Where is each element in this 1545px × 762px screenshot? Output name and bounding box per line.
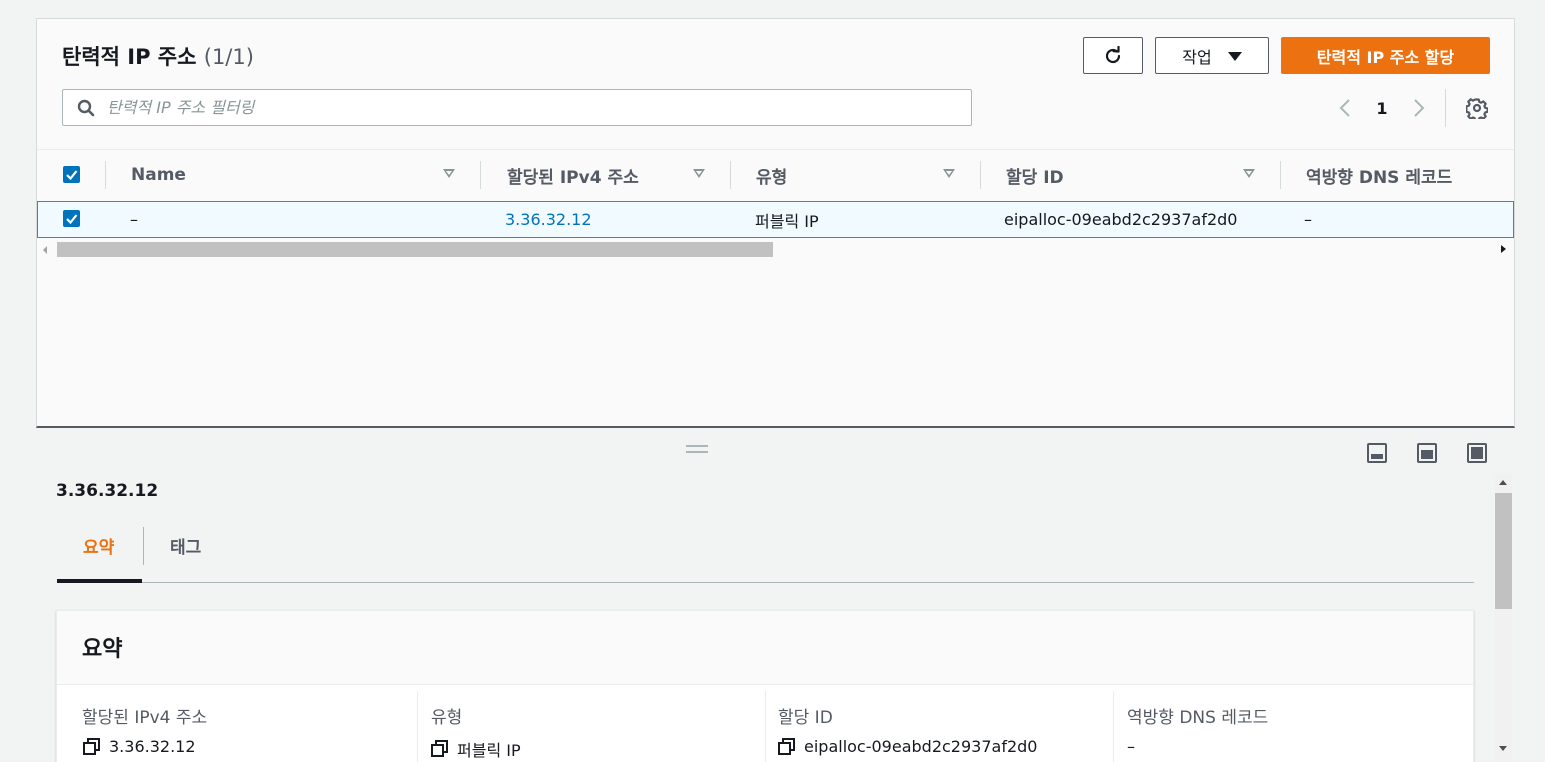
scroll-left-arrow-icon[interactable] [43,246,47,254]
cell-type: 퍼블릭 IP [755,211,819,231]
column-header-reverse-dns-label: 역방향 DNS 레코드 [1306,167,1453,188]
field-ipv4: 할당된 IPv4 주소 3.36.32.12 [57,691,417,762]
sort-icon[interactable] [443,169,455,178]
scrollbar-thumb[interactable] [1495,493,1512,609]
refresh-button[interactable] [1083,37,1143,74]
select-all-checkbox[interactable] [63,166,80,183]
column-header-name[interactable]: Name [131,150,186,200]
field-ipv4-value: 3.36.32.12 [83,737,196,756]
gear-icon [1466,98,1488,119]
column-header-type-label: 유형 [756,167,788,188]
page-number[interactable]: 1 [1371,95,1393,121]
vertical-scrollbar[interactable] [1495,474,1512,762]
cell-reverse-dns: – [1304,210,1312,229]
column-header-ipv4-label: 할당된 IPv4 주소 [507,167,639,188]
header-divider [980,161,981,189]
panel-title-text: 탄력적 IP 주소 [62,45,197,69]
field-allocation-id-text: eipalloc-09eabd2c2937af2d0 [804,737,1038,756]
field-type-value: 퍼블릭 IP [431,737,521,761]
scrollbar-thumb[interactable] [57,242,773,257]
field-allocation-id-value: eipalloc-09eabd2c2937af2d0 [778,737,1037,756]
panel-title-count: (1/1) [203,45,254,69]
panel-title: 탄력적 IP 주소 (1/1) [62,41,254,71]
tab-divider [143,527,144,565]
scroll-right-arrow-icon[interactable] [1501,245,1506,253]
row-checkbox[interactable] [63,210,80,227]
column-header-reverse-dns[interactable]: 역방향 DNS 레코드 [1306,150,1452,200]
header-divider [105,161,106,189]
column-header-ipv4[interactable]: 할당된 IPv4 주소 [507,150,639,200]
copy-icon[interactable] [431,740,449,758]
sort-icon[interactable] [693,169,705,178]
refresh-icon [1105,45,1121,63]
field-allocation-id: 할당 ID eipalloc-09eabd2c2937af2d0 [765,691,1113,762]
field-reverse-dns: 역방향 DNS 레코드 – [1113,691,1473,762]
sort-icon[interactable] [1243,169,1255,178]
detail-title: 3.36.32.12 [56,481,159,501]
summary-heading: 요약 [82,637,123,662]
pager-divider [1445,89,1446,127]
scroll-down-arrow-icon[interactable] [1499,746,1507,751]
split-bottom-icon[interactable] [1367,443,1387,463]
elastic-ip-table-panel: 탄력적 IP 주소 (1/1) 작업 탄력적 IP 주소 할당 1 [36,18,1515,428]
field-ipv4-text: 3.36.32.12 [109,737,196,756]
field-reverse-dns-label: 역방향 DNS 레코드 [1127,708,1269,728]
table-header: Name 할당된 IPv4 주소 유형 할당 ID 역방향 DNS 레코드 [37,149,1514,199]
chevron-right-icon [1414,99,1425,117]
split-panel-resize-handle[interactable] [686,445,708,453]
horizontal-scrollbar[interactable] [37,241,1514,258]
field-type: 유형 퍼블릭 IP [417,691,765,762]
tabs-baseline [57,582,1474,583]
check-icon [66,170,78,181]
active-tab-indicator [57,579,142,583]
field-type-text: 퍼블릭 IP [457,741,521,760]
chevron-left-icon [1339,99,1350,117]
field-allocation-id-label: 할당 ID [778,708,833,728]
sort-icon[interactable] [943,169,955,178]
scroll-up-arrow-icon[interactable] [1499,480,1507,485]
summary-card-header: 요약 [57,611,1473,685]
table-row[interactable]: – 3.36.32.12 퍼블릭 IP eipalloc-09eabd2c293… [37,201,1514,238]
split-middle-icon[interactable] [1417,443,1437,463]
field-reverse-dns-text: – [1127,737,1135,756]
tab-tags[interactable]: 태그 [170,533,201,558]
search-icon [77,99,95,117]
cell-ipv4-link[interactable]: 3.36.32.12 [505,202,592,237]
tab-summary[interactable]: 요약 [83,533,114,558]
copy-icon[interactable] [778,737,796,756]
field-type-label: 유형 [431,708,463,728]
filter-input[interactable] [107,92,957,123]
next-page-button[interactable] [1407,95,1431,121]
header-divider [730,161,731,189]
preferences-button[interactable] [1463,95,1491,121]
filter-search-box [62,89,972,126]
field-ipv4-label: 할당된 IPv4 주소 [82,708,208,728]
cell-name: – [130,210,138,229]
actions-label: 작업 [1182,47,1212,67]
allocate-elastic-ip-button[interactable]: 탄력적 IP 주소 할당 [1281,37,1490,74]
summary-card: 요약 할당된 IPv4 주소 3.36.32.12 유형 퍼블릭 IP 할당 I… [56,610,1474,762]
caret-down-icon [1227,52,1242,61]
cell-allocation-id: eipalloc-09eabd2c2937af2d0 [1004,210,1238,229]
previous-page-button[interactable] [1333,95,1357,121]
copy-icon[interactable] [83,737,101,756]
actions-dropdown-button[interactable]: 작업 [1155,37,1269,74]
header-divider [480,161,481,189]
header-divider [1280,161,1281,189]
column-header-name-label: Name [131,165,186,185]
column-header-allocation-id[interactable]: 할당 ID [1006,150,1064,200]
column-header-type[interactable]: 유형 [756,150,787,200]
column-header-allocation-id-label: 할당 ID [1006,167,1064,188]
check-icon [66,214,78,225]
split-full-icon[interactable] [1467,443,1487,463]
